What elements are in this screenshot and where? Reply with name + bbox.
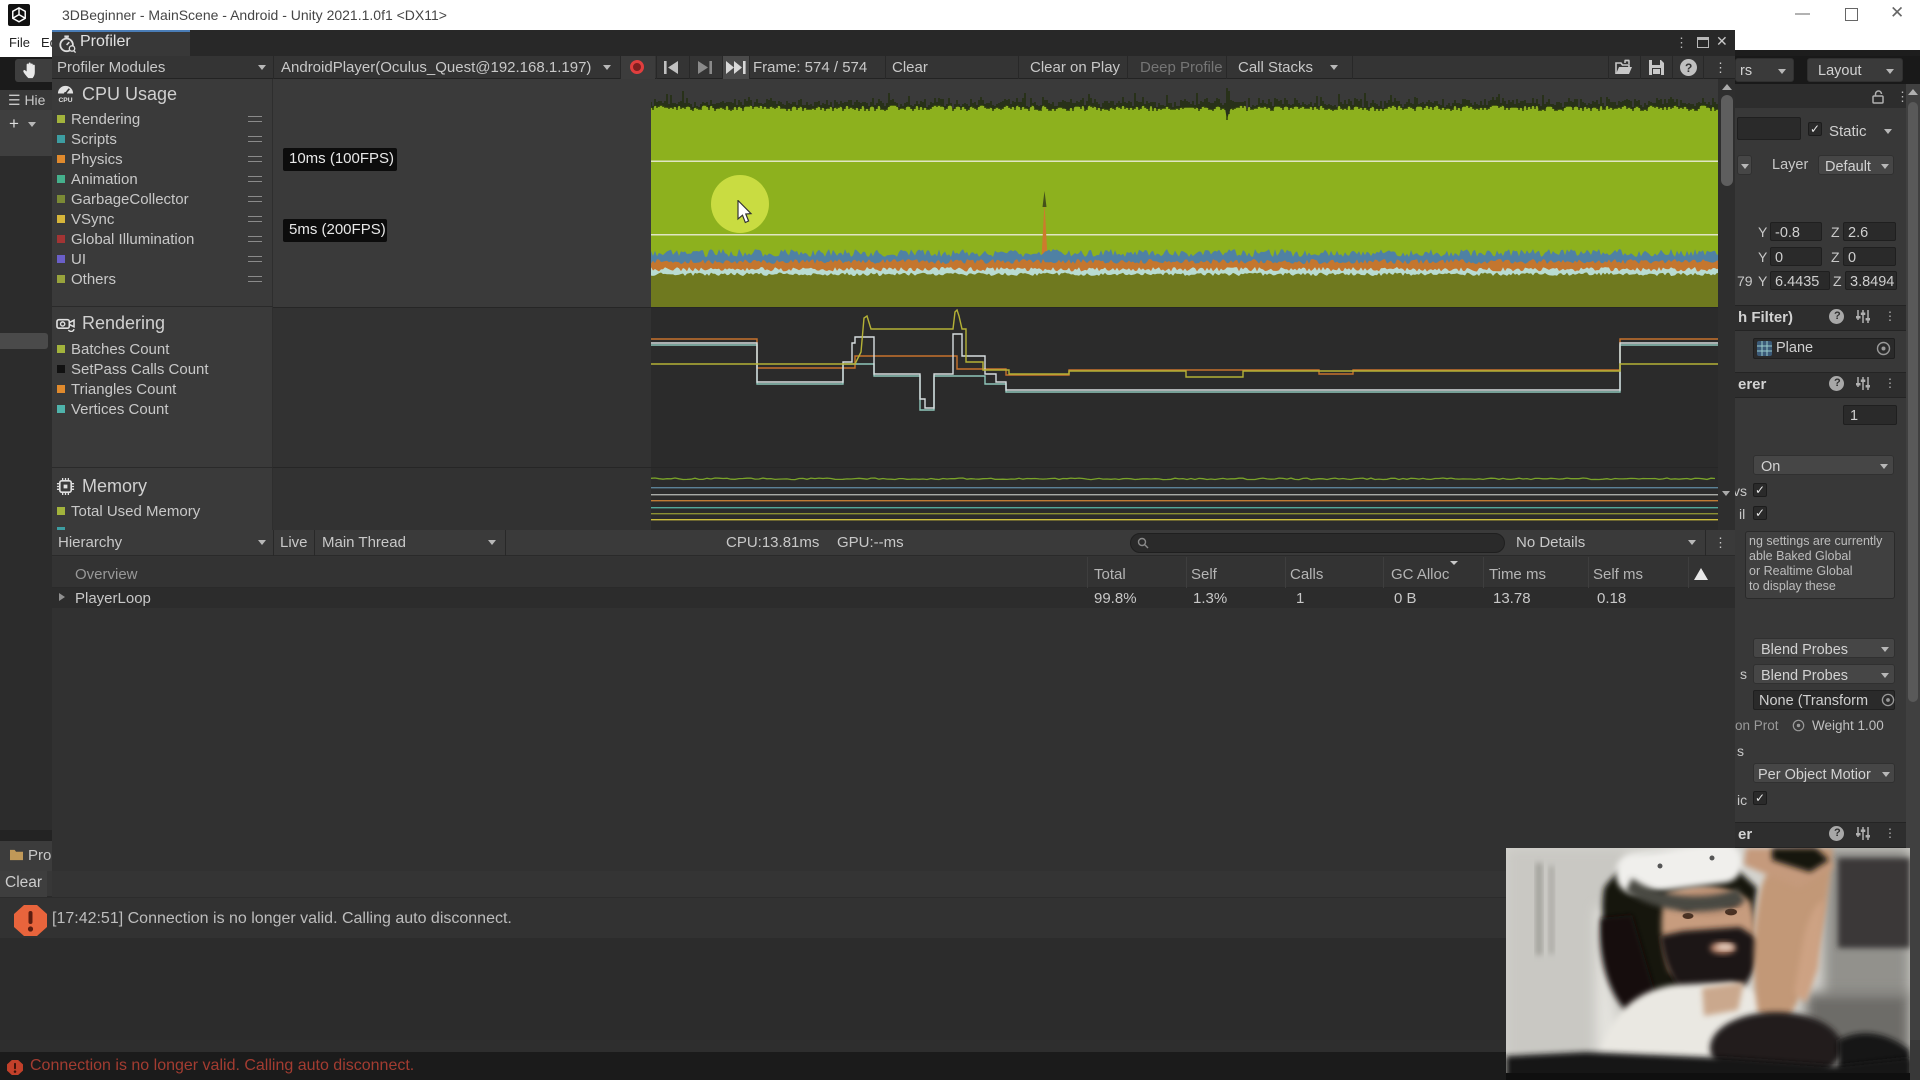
svg-text:CPU: CPU: [58, 97, 72, 103]
